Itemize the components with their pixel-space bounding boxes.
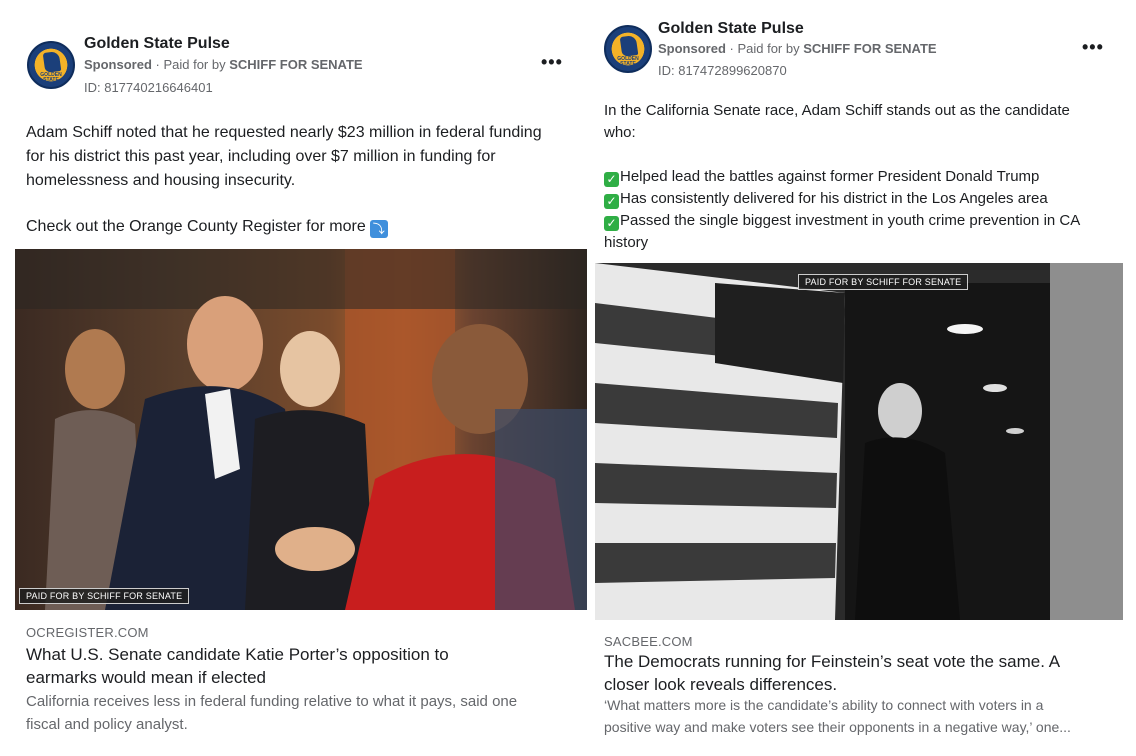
body-line: Adam Schiff noted that he requested near… (26, 124, 542, 141)
bullet-item: ✓ Helped lead the battles against former … (604, 166, 1128, 188)
paid-for-tag: PAID FOR BY SCHIFF FOR SENATE (19, 588, 190, 604)
body-line: homelessness and housing insecurity. (26, 172, 296, 189)
link-headline[interactable]: The Democrats running for Feinstein’s se… (604, 650, 1124, 696)
flag-photo-illustration (595, 263, 1123, 620)
california-bear-icon (619, 34, 639, 58)
check-mark-box-icon: ✓ (604, 194, 619, 209)
headline-line: What U.S. Senate candidate Katie Porter’… (26, 645, 449, 664)
california-bear-icon (42, 50, 62, 74)
page-name[interactable]: Golden State Pulse (658, 20, 804, 38)
description-line: ‘What matters more is the candidate’s ab… (604, 697, 1044, 713)
headline-line: The Democrats running for Feinstein’s se… (604, 652, 1061, 671)
link-description: California receives less in federal fund… (26, 690, 582, 736)
paid-for-by: SCHIFF FOR SENATE (803, 41, 937, 56)
description-line: fiscal and policy analyst. (26, 716, 188, 733)
cta-text: Check out the Orange County Register for… (26, 218, 366, 235)
bullet-item: ✓ Has consistently delivered for his dist… (604, 188, 1128, 210)
page-avatar[interactable]: GOLDEN STATE PULSE (27, 41, 75, 89)
avatar-text: GOLDEN STATE PULSE (40, 72, 62, 88)
ad-card-right: GOLDEN STATE PULSE Golden State Pulse Sp… (592, 0, 1136, 756)
headline-line: closer look reveals differences. (604, 675, 838, 694)
ad-body-intro: In the California Senate race, Adam Schi… (604, 100, 1124, 144)
intro-line: who: (604, 124, 636, 141)
more-options-icon[interactable]: ••• (541, 52, 563, 73)
description-line: California receives less in federal fund… (26, 693, 518, 710)
paid-for-prefix: · Paid for by (725, 41, 804, 56)
bullet-item: ✓ Passed the single biggest investment in… (604, 210, 1128, 232)
intro-line: In the California Senate race, Adam Schi… (604, 102, 1070, 119)
sponsored-line: Sponsored · Paid for by SCHIFF FOR SENAT… (658, 41, 937, 56)
bullet-text: Helped lead the battles against former P… (620, 168, 1040, 185)
check-mark-box-icon: ✓ (604, 216, 619, 231)
ad-id: ID: 817740216646401 (84, 80, 213, 95)
ad-bullet-list: ✓ Helped lead the battles against former … (604, 166, 1128, 254)
paid-for-by: SCHIFF FOR SENATE (229, 57, 363, 72)
ad-image[interactable]: PAID FOR BY SCHIFF FOR SENATE (15, 249, 587, 610)
link-domain[interactable]: SACBEE.COM (604, 634, 693, 649)
ad-image[interactable]: PAID FOR BY SCHIFF FOR SENATE (595, 263, 1123, 620)
link-domain[interactable]: OCREGISTER.COM (26, 625, 149, 640)
sponsored-line: Sponsored · Paid for by SCHIFF FOR SENAT… (84, 57, 363, 72)
bullet-overflow: history (604, 234, 649, 251)
paid-for-tag: PAID FOR BY SCHIFF FOR SENATE (798, 274, 969, 290)
ad-card-left: GOLDEN STATE PULSE Golden State Pulse Sp… (0, 0, 588, 756)
event-photo-illustration (15, 249, 587, 610)
avatar-text: GOLDEN STATE PULSE (617, 56, 639, 72)
bullet-text: Passed the single biggest investment in … (620, 212, 1081, 229)
link-description: ‘What matters more is the candidate’s ab… (604, 694, 1132, 738)
down-arrow-box-icon: ⤵ (369, 220, 388, 238)
body-line: for his district this past year, includi… (26, 148, 496, 165)
sponsored-label: Sponsored (84, 57, 152, 72)
ad-body-text: Adam Schiff noted that he requested near… (26, 121, 576, 193)
cta-line: Check out the Orange County Register for… (26, 215, 576, 239)
check-mark-box-icon: ✓ (604, 172, 619, 187)
headline-line: earmarks would mean if elected (26, 668, 267, 687)
more-options-icon[interactable]: ••• (1082, 37, 1104, 58)
page-avatar[interactable]: GOLDEN STATE PULSE (604, 25, 652, 73)
sponsored-label: Sponsored (658, 41, 726, 56)
description-line: positive way and make voters see their o… (604, 719, 1071, 735)
ad-id: ID: 817472899620870 (658, 63, 787, 78)
paid-for-prefix: · Paid for by (151, 57, 230, 72)
page-name[interactable]: Golden State Pulse (84, 35, 230, 53)
link-headline[interactable]: What U.S. Senate candidate Katie Porter’… (26, 643, 576, 689)
bullet-text: Has consistently delivered for his distr… (620, 190, 1048, 207)
